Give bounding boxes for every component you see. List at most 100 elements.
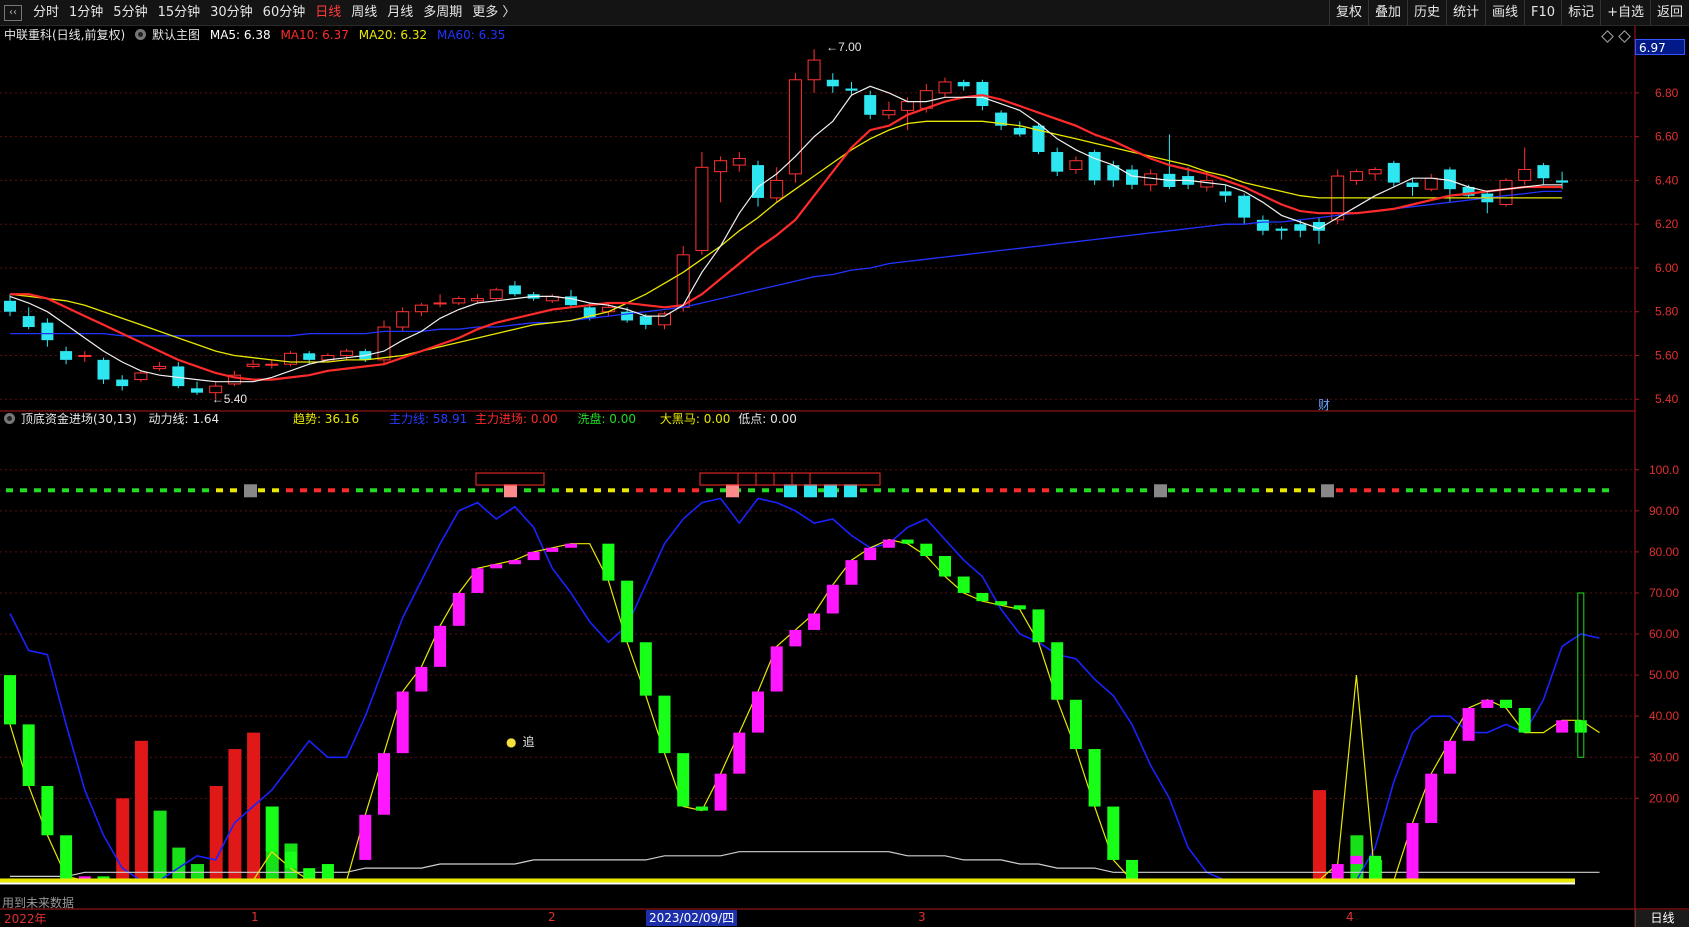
signal-dot (286, 488, 293, 493)
candle-body-up (489, 289, 503, 300)
finance-report-icon[interactable]: 财 (1318, 396, 1330, 413)
period-tab[interactable]: 月线 (382, 0, 418, 26)
restore-rights-button[interactable]: 复权 (1328, 0, 1368, 26)
mark-button[interactable]: 标记 (1561, 0, 1600, 26)
signal-dot (1056, 488, 1063, 493)
trend-bar-down (901, 539, 914, 544)
signal-dot (1420, 488, 1427, 493)
trend-bar-up (396, 691, 409, 754)
sub-tick-label: 100.0 (1649, 463, 1679, 477)
signal-dot (454, 488, 461, 493)
main-line-value: 主力线: 58.91 (389, 412, 468, 426)
price-tick-label: 6.40 (1655, 173, 1679, 187)
dark-horse-baseline (0, 878, 1575, 883)
signal-dot (1126, 488, 1133, 493)
overlay-button[interactable]: 叠加 (1367, 0, 1407, 26)
history-button[interactable]: 历史 (1406, 0, 1446, 26)
left-chevron-icon[interactable]: ‹‹ (4, 4, 22, 21)
signal-dot (902, 488, 909, 493)
low-price-marker: ←5.40 (212, 392, 248, 406)
period-tab[interactable]: 30分钟 (205, 0, 258, 26)
add-watchlist-button[interactable]: +自选 (1600, 0, 1650, 26)
signal-dot (426, 488, 433, 493)
signal-dot (1196, 488, 1203, 493)
power-line-value: 动力线: 1.64 (148, 412, 220, 426)
top-toolbar: ‹‹ 分时 1分钟 5分钟 15分钟 30分钟 60分钟 日线 周线 月线 多周… (0, 0, 1689, 26)
sub-indicator-name[interactable]: 顶底资金进场(30,13) (21, 412, 137, 426)
signal-dot (1560, 488, 1567, 493)
chart-canvas[interactable]: ←7.00 ←5.40 6.80 6.60 6.40 6.20 6.00 5.80 5.60 5… (0, 26, 1689, 927)
period-tab[interactable]: 1分钟 (64, 0, 108, 26)
signal-dot (496, 488, 503, 493)
f10-button[interactable]: F10 (1524, 0, 1561, 26)
signal-dot (1182, 488, 1189, 493)
signal-dot (412, 488, 419, 493)
candle-body-down (639, 316, 652, 325)
period-tab[interactable]: 5分钟 (108, 0, 152, 26)
signal-block (824, 484, 837, 498)
signal-dot (1490, 488, 1497, 493)
candle-body-down (826, 79, 839, 87)
period-tab[interactable]: 周线 (346, 0, 382, 26)
more-periods-button[interactable]: 更多 〉 (467, 0, 520, 26)
signal-block (1154, 484, 1167, 498)
signal-dot (118, 488, 125, 493)
signal-block (784, 484, 797, 498)
signal-dot (1238, 488, 1245, 493)
dark-horse-value: 大黑马: 0.00 (659, 412, 731, 426)
period-tab[interactable]: 15分钟 (153, 0, 206, 26)
signal-dot (1280, 488, 1287, 493)
trend-bar-down (695, 806, 708, 811)
signal-dot (1462, 488, 1469, 493)
draw-line-button[interactable]: 画线 (1485, 0, 1524, 26)
gear-icon[interactable] (135, 29, 147, 40)
candle-body-up (340, 350, 354, 356)
candle-body-up (1069, 160, 1083, 170)
candle-body-up (433, 302, 447, 305)
candle-body-down (1238, 195, 1251, 218)
period-tab[interactable]: 多周期 (418, 0, 467, 26)
trend-bar-down (4, 675, 16, 725)
statistics-button[interactable]: 统计 (1446, 0, 1485, 26)
period-tab-active[interactable]: 日线 (310, 0, 346, 26)
period-tab[interactable]: 分时 (28, 0, 64, 26)
signal-dot (6, 488, 13, 493)
trend-bar-down (284, 851, 297, 869)
candle-body-down (1294, 224, 1307, 231)
candle-body-down (1013, 127, 1026, 135)
main-indicator-name[interactable]: 默认主图 (152, 28, 200, 42)
candle-body-down (957, 81, 970, 87)
trend-bar-up (471, 568, 484, 593)
candle-body-down (303, 353, 316, 360)
trend-bar-down (939, 556, 951, 577)
candle-body-down (508, 285, 521, 295)
candle-body-up (901, 101, 915, 111)
ma20-value: MA20: 6.32 (358, 28, 428, 42)
trend-bar-down (321, 864, 334, 881)
candle-body-down (864, 95, 877, 115)
signal-dot (538, 488, 545, 493)
trend-bar-up (508, 560, 521, 565)
gear-icon[interactable] (4, 413, 15, 424)
candle-body-up (938, 81, 952, 94)
signal-dot (594, 488, 601, 493)
price-tick-label: 6.80 (1655, 86, 1679, 100)
candle-body-up (1368, 168, 1382, 175)
signal-dot (34, 488, 41, 493)
period-tab-daily[interactable]: 日线 (1635, 910, 1689, 927)
period-tab[interactable]: 60分钟 (258, 0, 311, 26)
signal-dot (1588, 488, 1595, 493)
candle-body-up (1424, 177, 1438, 190)
candle-body-up (770, 179, 784, 199)
back-button[interactable]: 返回 (1649, 0, 1689, 26)
signal-dot (1574, 488, 1581, 493)
trend-bar-up (452, 592, 465, 626)
signal-dot (258, 488, 265, 493)
axis-month-label: 1 (251, 910, 259, 924)
period-selector: ‹‹ 分时 1分钟 5分钟 15分钟 30分钟 60分钟 日线 周线 月线 多周… (0, 0, 520, 25)
signal-dot (1602, 488, 1609, 493)
chase-signal-label: ● 追 (506, 734, 541, 750)
trend-bar-down (621, 580, 634, 643)
axis-year-label: 2022年 (4, 912, 47, 926)
signal-dot (678, 488, 685, 493)
